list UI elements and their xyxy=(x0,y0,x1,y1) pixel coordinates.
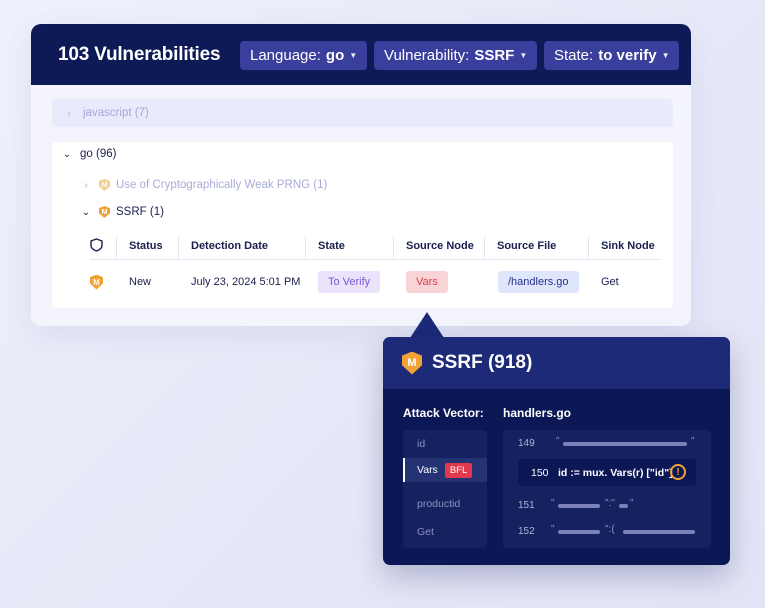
column-sink-node[interactable]: Sink Node xyxy=(601,240,655,252)
subgroup-label: SSRF (1) xyxy=(116,206,164,218)
shield-m-icon: M xyxy=(99,179,110,191)
filter-value: to verify xyxy=(598,47,657,64)
column-status[interactable]: Status xyxy=(129,240,163,252)
code-text: id := mux. Vars(r) ["id"] xyxy=(558,467,673,479)
cell-sink-node: Get xyxy=(601,276,619,288)
vulnerability-table: Status Detection Date State Source Node … xyxy=(90,232,660,304)
code-line: 152 " ":( xyxy=(503,524,711,540)
chevron-right-icon: › xyxy=(67,107,71,119)
shield-m-icon: M xyxy=(402,351,422,375)
vector-label: Get xyxy=(417,526,434,538)
chevron-down-icon: ⌄ xyxy=(62,148,72,160)
popup-title: SSRF (918) xyxy=(432,352,533,373)
code-line: 151 " ":" " xyxy=(518,498,634,511)
state-filter[interactable]: State: to verify ▼ xyxy=(544,41,680,70)
column-source-node[interactable]: Source Node xyxy=(406,240,474,252)
bfl-tag: BFL xyxy=(444,462,473,478)
table-header: Status Detection Date State Source Node … xyxy=(90,232,660,260)
group-go: ⌄ go (96) › M Use of Cryptographically W… xyxy=(52,142,673,308)
vector-item-get[interactable]: Get xyxy=(403,520,487,544)
vulnerability-filter[interactable]: Vulnerability: SSRF ▼ xyxy=(374,41,538,70)
table-row[interactable]: M New July 23, 2024 5:01 PM To Verify Va… xyxy=(90,260,660,304)
state-badge: To Verify xyxy=(318,271,381,293)
chevron-down-icon: ⌄ xyxy=(81,206,91,218)
line-number: 152 xyxy=(518,526,535,537)
vector-item-vars[interactable]: Vars BFL xyxy=(403,458,487,482)
code-line: 149 " " xyxy=(518,436,695,449)
filter-value: SSRF xyxy=(474,47,515,64)
vector-label: Vars xyxy=(417,464,438,476)
column-source-file[interactable]: Source File xyxy=(497,240,556,252)
vector-item-productid[interactable]: productid xyxy=(403,492,487,516)
group-go-toggle[interactable]: ⌄ go (96) xyxy=(62,148,117,160)
card-header: 103 Vulnerabilities Language: go ▼ Vulne… xyxy=(31,24,691,85)
group-javascript[interactable]: › javascript (7) xyxy=(52,99,673,127)
warning-circle-icon[interactable]: ! xyxy=(670,464,686,480)
vulnerability-detail-popup: M SSRF (918) Attack Vector: handlers.go … xyxy=(383,337,730,565)
group-label: go (96) xyxy=(80,148,117,160)
vulnerabilities-card: 103 Vulnerabilities Language: go ▼ Vulne… xyxy=(31,24,691,326)
subgroup-weak-prng[interactable]: › M Use of Cryptographically Weak PRNG (… xyxy=(81,179,327,191)
filter-label: Language: xyxy=(250,47,321,64)
vector-item-id[interactable]: id xyxy=(403,432,487,456)
page-title: 103 Vulnerabilities xyxy=(58,43,221,65)
popup-pointer xyxy=(410,312,444,338)
group-label: javascript (7) xyxy=(83,107,149,119)
source-file-badge[interactable]: /handlers.go xyxy=(498,271,579,293)
column-state[interactable]: State xyxy=(318,240,345,252)
code-snippet: 149 " " 150 id := mux. Vars(r) ["id"] ! … xyxy=(503,430,711,548)
shield-m-icon: M xyxy=(99,206,110,218)
chevron-right-icon: › xyxy=(84,179,88,191)
column-detection-date[interactable]: Detection Date xyxy=(191,240,268,252)
attack-vector-list: id Vars BFL productid Get xyxy=(403,430,487,548)
filter-label: Vulnerability: xyxy=(384,47,470,64)
caret-down-icon: ▼ xyxy=(661,51,670,60)
file-name-label: handlers.go xyxy=(503,406,572,420)
cell-detection-date: July 23, 2024 5:01 PM xyxy=(191,276,301,288)
highlighted-code-line[interactable]: 150 id := mux. Vars(r) ["id"] ! xyxy=(518,459,696,486)
popup-header: M SSRF (918) xyxy=(383,337,730,389)
filter-value: go xyxy=(325,47,345,64)
shield-m-icon: M xyxy=(90,274,103,290)
language-filter[interactable]: Language: go ▼ xyxy=(240,41,368,70)
subgroup-ssrf[interactable]: ⌄ M SSRF (1) xyxy=(81,206,164,218)
subgroup-label: Use of Cryptographically Weak PRNG (1) xyxy=(116,179,328,191)
line-number: 150 xyxy=(531,467,549,479)
shield-outline-icon xyxy=(90,238,103,255)
line-number: 151 xyxy=(518,500,535,511)
caret-down-icon: ▼ xyxy=(349,51,358,60)
line-number: 149 xyxy=(518,438,535,449)
vector-label: productid xyxy=(417,498,461,510)
attack-vector-label: Attack Vector: xyxy=(403,406,484,420)
vector-label: id xyxy=(417,438,426,450)
caret-down-icon: ▼ xyxy=(519,51,528,60)
cell-status: New xyxy=(129,276,152,288)
source-node-badge[interactable]: Vars xyxy=(406,271,448,293)
filter-label: State: xyxy=(554,47,594,64)
